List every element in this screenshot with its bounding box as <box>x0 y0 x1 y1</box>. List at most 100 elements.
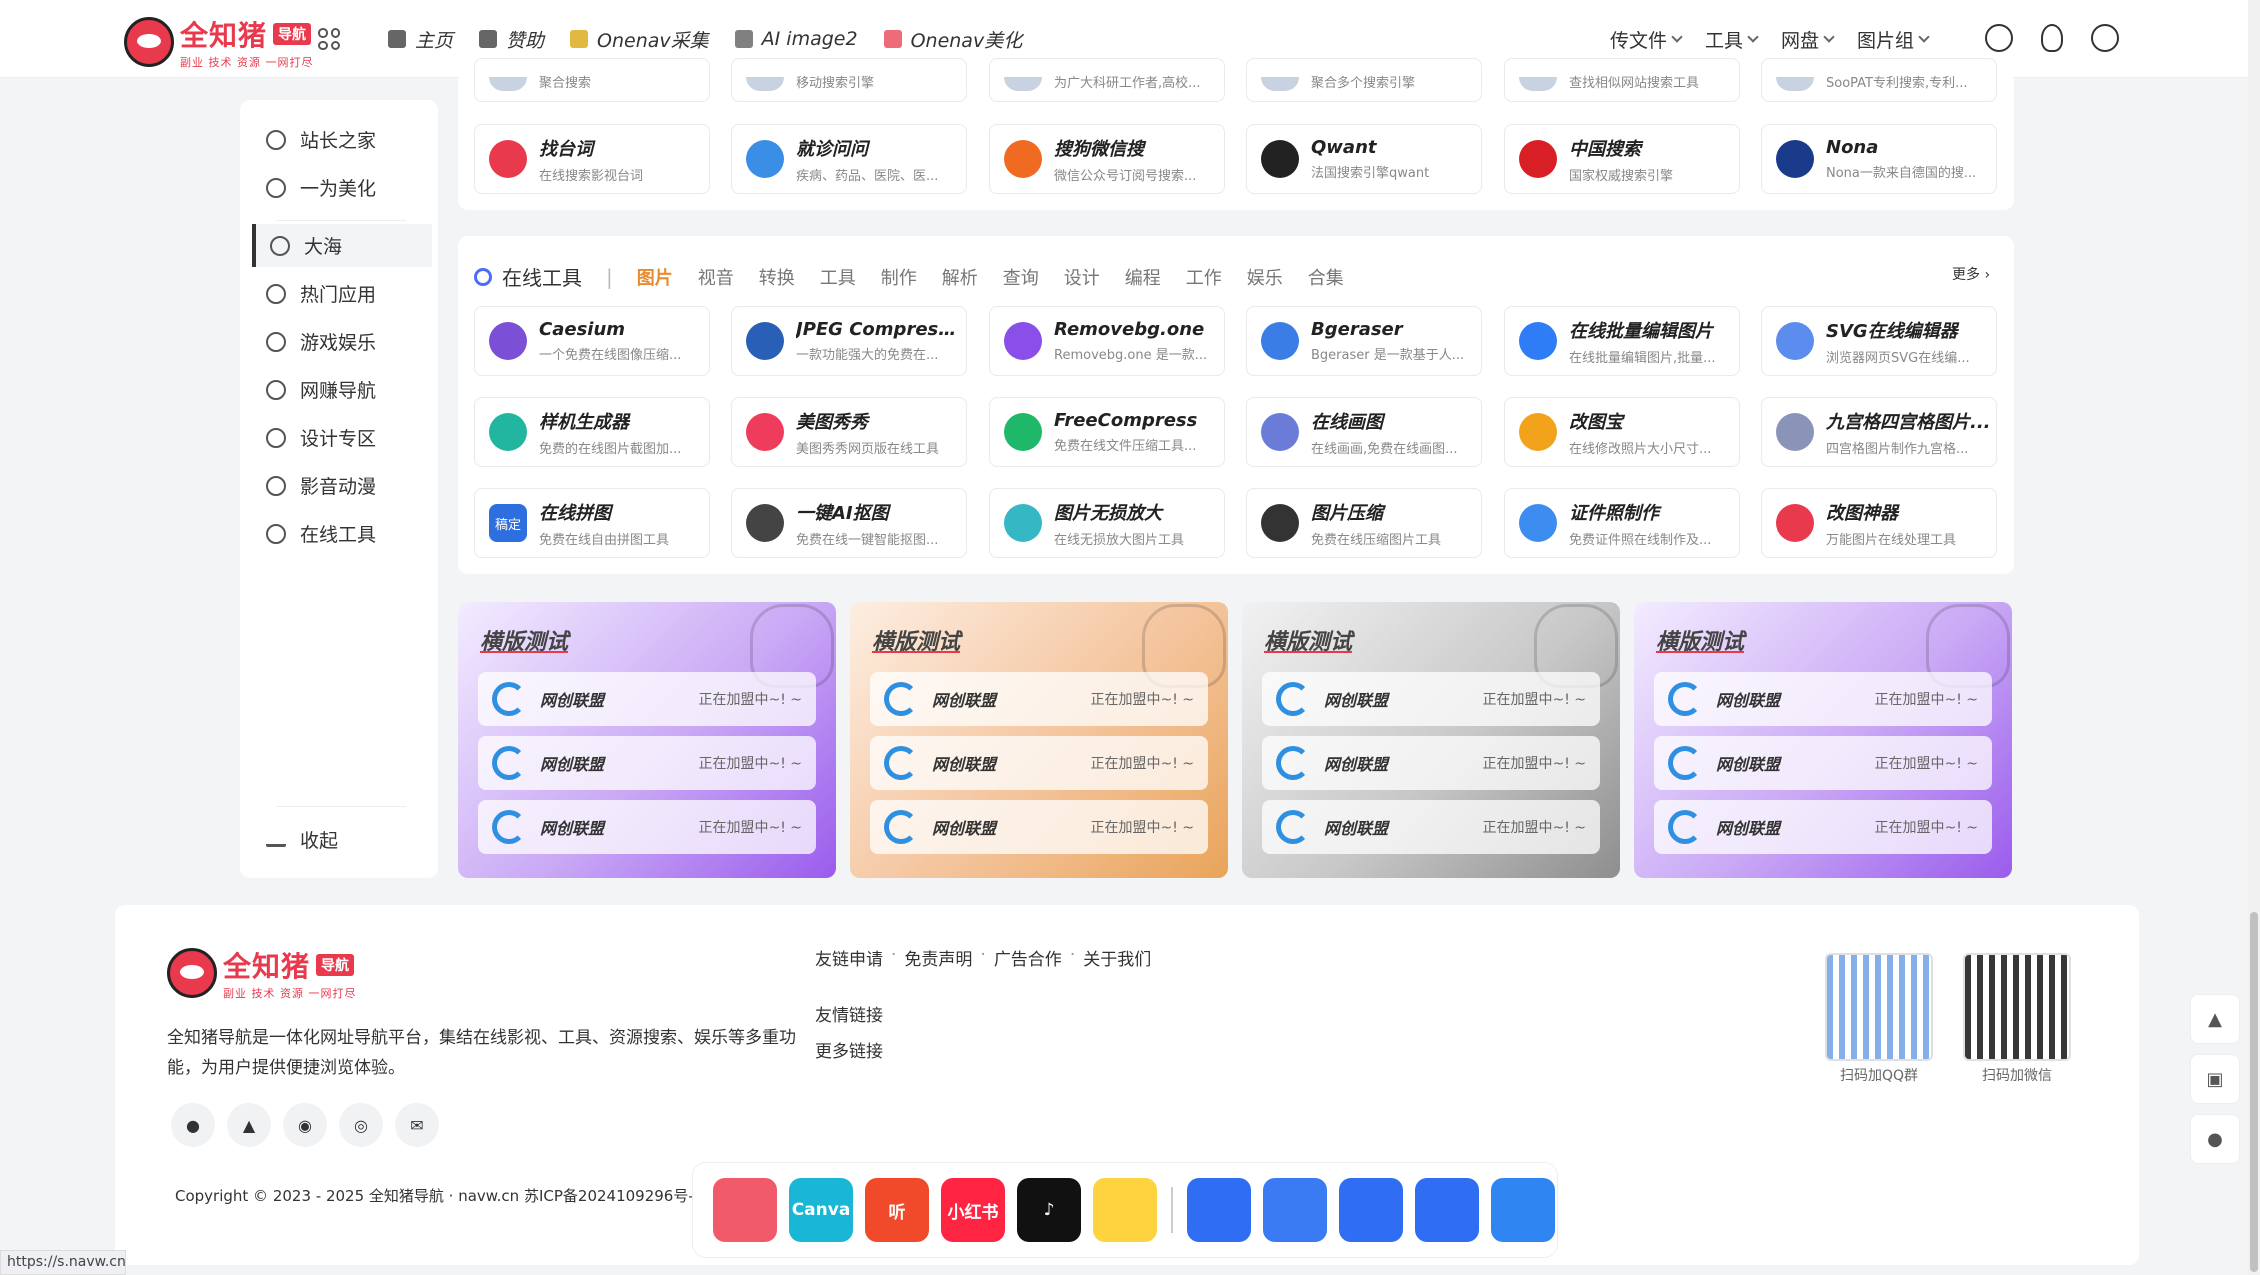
tab-11[interactable]: 合集 <box>1308 264 1344 290</box>
site-card[interactable]: Removebg.one Removebg.one 是一款... <box>989 306 1225 376</box>
sidebar-item-2[interactable]: 大海 <box>252 224 432 267</box>
nav-link-4[interactable]: Onenav美化 <box>883 26 1022 53</box>
dock-app-3[interactable]: 小红书 <box>941 1178 1005 1242</box>
tab-2[interactable]: 转换 <box>759 264 795 290</box>
site-card[interactable]: 在线批量编辑图片 在线批量编辑图片,批量... <box>1504 306 1740 376</box>
site-card[interactable]: 为广大科研工作者,高校... <box>989 58 1225 102</box>
nav-dropdown-0[interactable]: 传文件 <box>1610 26 1683 53</box>
site-card[interactable]: 移动搜索引擎 <box>731 58 967 102</box>
wechat-icon[interactable]: ● <box>171 1103 215 1147</box>
dock-app-5[interactable] <box>1093 1178 1157 1242</box>
promo-row[interactable]: 网创联盟 正在加盟中~! ~ <box>1654 736 1992 790</box>
alarm-clock-icon[interactable] <box>1985 24 2013 52</box>
footer-link-2[interactable]: 广告合作 <box>994 945 1062 970</box>
site-card[interactable]: SVG在线编辑器 浏览器网页SVG在线编... <box>1761 306 1997 376</box>
site-card[interactable]: 一键AI抠图 免费在线一键智能抠图... <box>731 488 967 558</box>
sidebar-item-8[interactable]: 在线工具 <box>266 520 431 547</box>
mail-icon[interactable]: ✉ <box>395 1103 439 1147</box>
friend-links[interactable]: 友情链接 <box>815 1001 883 1026</box>
sidebar-collapse-button[interactable]: 收起 <box>266 826 431 853</box>
weibo-icon[interactable]: ◉ <box>283 1103 327 1147</box>
site-card[interactable]: 样机生成器 免费的在线图片截图加... <box>474 397 710 467</box>
tab-4[interactable]: 制作 <box>881 264 917 290</box>
site-card[interactable]: 查找相似网站搜索工具 <box>1504 58 1740 102</box>
nav-dropdown-1[interactable]: 工具 <box>1705 26 1759 53</box>
user-icon[interactable] <box>2041 24 2063 52</box>
tab-7[interactable]: 设计 <box>1064 264 1100 290</box>
site-card[interactable]: 美图秀秀 美图秀秀网页版在线工具 <box>731 397 967 467</box>
search-icon[interactable] <box>2091 24 2119 52</box>
promo-row[interactable]: 网创联盟 正在加盟中~! ~ <box>1262 736 1600 790</box>
site-card[interactable]: Qwant 法国搜索引擎qwant <box>1246 124 1482 194</box>
site-card[interactable]: 图片压缩 免费在线压缩图片工具 <box>1246 488 1482 558</box>
nav-link-1[interactable]: 赞助 <box>479 26 544 53</box>
brand-logo[interactable]: 全知猪 导航 副业 技术 资源 一网打尽 <box>124 14 314 70</box>
layout-toggle-button[interactable]: ▣ <box>2190 1054 2240 1104</box>
site-card[interactable]: 改图宝 在线修改照片大小尺寸... <box>1504 397 1740 467</box>
promo-row[interactable]: 网创联盟 正在加盟中~! ~ <box>870 672 1208 726</box>
dock-app-4[interactable]: ♪ <box>1017 1178 1081 1242</box>
sidebar-item-5[interactable]: 网赚导航 <box>266 376 431 403</box>
dock-app-2[interactable]: 听 <box>865 1178 929 1242</box>
promo-row[interactable]: 网创联盟 正在加盟中~! ~ <box>1262 672 1600 726</box>
promo-row[interactable]: 网创联盟 正在加盟中~! ~ <box>1654 672 1992 726</box>
dock-app-7[interactable] <box>1263 1178 1327 1242</box>
promo-row[interactable]: 网创联盟 正在加盟中~! ~ <box>1654 800 1992 854</box>
promo-row[interactable]: 网创联盟 正在加盟中~! ~ <box>478 736 816 790</box>
sidebar-item-6[interactable]: 设计专区 <box>266 424 431 451</box>
tab-3[interactable]: 工具 <box>820 264 856 290</box>
dock-app-10[interactable] <box>1491 1178 1555 1242</box>
site-card[interactable]: 中国搜索 国家权威搜索引擎 <box>1504 124 1740 194</box>
nav-link-0[interactable]: 主页 <box>388 26 453 53</box>
more-links[interactable]: 更多链接 <box>815 1037 883 1062</box>
github-icon[interactable]: ◎ <box>339 1103 383 1147</box>
footer-link-0[interactable]: 友链申请 <box>815 945 883 970</box>
sidebar-item-7[interactable]: 影音动漫 <box>266 472 431 499</box>
footer-link-1[interactable]: 免责声明 <box>904 945 972 970</box>
dock-app-6[interactable] <box>1187 1178 1251 1242</box>
site-card[interactable]: 稿定 在线拼图 免费在线自由拼图工具 <box>474 488 710 558</box>
tab-0[interactable]: 图片 <box>637 264 673 290</box>
scrollbar-thumb[interactable] <box>2250 912 2258 1272</box>
site-card[interactable]: JPEG Compressor 一款功能强大的免费在... <box>731 306 967 376</box>
site-card[interactable]: Bgeraser Bgeraser 是一款基于人... <box>1246 306 1482 376</box>
site-card[interactable]: Caesium 一个免费在线图像压缩... <box>474 306 710 376</box>
tab-9[interactable]: 工作 <box>1186 264 1222 290</box>
tab-10[interactable]: 娱乐 <box>1247 264 1283 290</box>
nav-link-2[interactable]: Onenav采集 <box>570 26 709 53</box>
nav-dropdown-3[interactable]: 图片组 <box>1857 26 1930 53</box>
tab-1[interactable]: 视音 <box>698 264 734 290</box>
site-card[interactable]: 聚合搜索 <box>474 58 710 102</box>
sidebar-item-3[interactable]: 热门应用 <box>266 280 431 307</box>
nav-dropdown-2[interactable]: 网盘 <box>1781 26 1835 53</box>
tab-8[interactable]: 编程 <box>1125 264 1161 290</box>
promo-row[interactable]: 网创联盟 正在加盟中~! ~ <box>1262 800 1600 854</box>
promo-row[interactable]: 网创联盟 正在加盟中~! ~ <box>870 800 1208 854</box>
dock-app-9[interactable] <box>1415 1178 1479 1242</box>
sidebar-item-4[interactable]: 游戏娱乐 <box>266 328 431 355</box>
site-card[interactable]: 改图神器 万能图片在线处理工具 <box>1761 488 1997 558</box>
more-link[interactable]: 更多 › <box>1952 264 1990 284</box>
site-card[interactable]: 就诊问问 疾病、药品、医院、医... <box>731 124 967 194</box>
footer-logo[interactable]: 全知猪 导航 副业 技术 资源 一网打尽 <box>167 945 357 1001</box>
site-card[interactable]: 在线画图 在线画画,免费在线画图... <box>1246 397 1482 467</box>
qq-icon[interactable]: ▲ <box>227 1103 271 1147</box>
wechat-float-button[interactable]: ● <box>2190 1114 2240 1164</box>
tab-6[interactable]: 查询 <box>1003 264 1039 290</box>
site-card[interactable]: SooPAT专利搜索,专利... <box>1761 58 1997 102</box>
footer-link-3[interactable]: 关于我们 <box>1083 945 1151 970</box>
site-card[interactable]: 图片无损放大 在线无损放大图片工具 <box>989 488 1225 558</box>
site-card[interactable]: 证件照制作 免费证件照在线制作及... <box>1504 488 1740 558</box>
sidebar-item-0[interactable]: 站长之家 <box>266 126 431 153</box>
dock-app-0[interactable] <box>713 1178 777 1242</box>
sidebar-item-1[interactable]: 一为美化 <box>266 174 431 201</box>
site-card[interactable]: Nona Nona一款来自德国的搜... <box>1761 124 1997 194</box>
tab-5[interactable]: 解析 <box>942 264 978 290</box>
promo-row[interactable]: 网创联盟 正在加盟中~! ~ <box>478 672 816 726</box>
site-card[interactable]: 搜狗微信搜 微信公众号订阅号搜索... <box>989 124 1225 194</box>
apps-grid-icon[interactable] <box>318 28 340 50</box>
dock-app-1[interactable]: Canva <box>789 1178 853 1242</box>
promo-row[interactable]: 网创联盟 正在加盟中~! ~ <box>478 800 816 854</box>
site-card[interactable]: FreeCompress 免费在线文件压缩工具... <box>989 397 1225 467</box>
site-card[interactable]: 聚合多个搜索引擎 <box>1246 58 1482 102</box>
